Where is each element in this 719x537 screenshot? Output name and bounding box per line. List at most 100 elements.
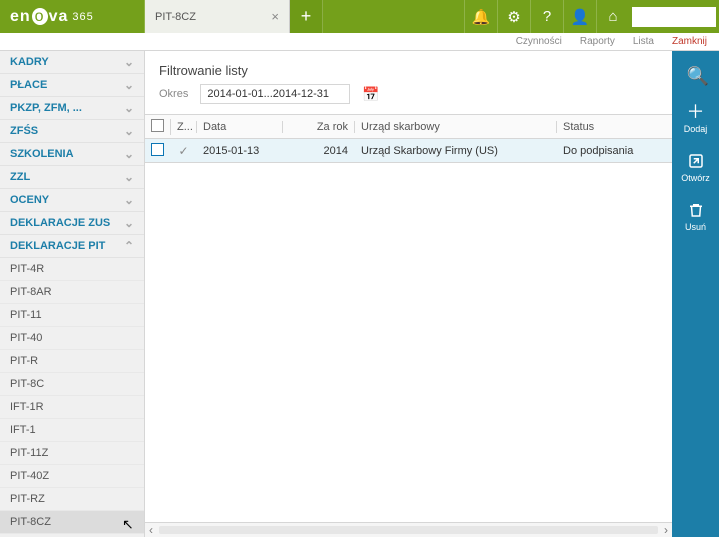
settings-button[interactable]: ⚙ — [497, 0, 530, 33]
open-icon — [687, 152, 705, 170]
sublink-list[interactable]: Lista — [633, 36, 654, 47]
row-checkbox[interactable] — [145, 143, 171, 159]
cell-status: Do podpisania — [557, 145, 672, 157]
sidebar-item-pit-8ar[interactable]: PIT-8AR — [0, 281, 144, 304]
sidebar-group-kadry[interactable]: KADRY ⌄ — [0, 51, 144, 74]
column-status[interactable]: Status — [557, 121, 672, 133]
filter-okres-label: Okres — [159, 88, 188, 100]
add-action[interactable]: ＋ Dodaj — [672, 95, 719, 144]
plus-icon: ＋ — [687, 103, 705, 121]
scroll-right-icon[interactable]: › — [664, 523, 668, 537]
search-action[interactable]: 🔍 — [672, 59, 719, 95]
sidebar-group-oceny[interactable]: OCENY⌄ — [0, 189, 144, 212]
chevron-down-icon: ⌄ — [124, 55, 134, 69]
open-action[interactable]: Otwórz — [672, 144, 719, 193]
sidebar-group-zfss[interactable]: ZFŚS⌄ — [0, 120, 144, 143]
add-tab-button[interactable]: + — [290, 0, 323, 33]
sidebar-group-pkzp[interactable]: PKZP, ZFM, ...⌄ — [0, 97, 144, 120]
table-row[interactable]: ✓ 2015-01-13 2014 Urząd Skarbowy Firmy (… — [145, 139, 672, 163]
sidebar-item-pit-r[interactable]: PIT-R — [0, 350, 144, 373]
sidebar-group-deklaracje-pit[interactable]: DEKLARACJE PIT ⌃ — [0, 235, 144, 258]
scroll-track[interactable] — [159, 526, 658, 534]
column-z[interactable]: Z... — [171, 121, 197, 133]
document-tab[interactable]: PIT-8CZ × — [145, 0, 290, 33]
sidebar-item-label: PIT-RZ — [10, 493, 45, 505]
sidebar-group-label: DEKLARACJE ZUS — [10, 217, 110, 229]
app-logo: enova 365 — [0, 0, 145, 33]
search-icon: 🔍 — [687, 67, 705, 85]
sublink-actions[interactable]: Czynności — [516, 36, 562, 47]
column-rok[interactable]: Za rok — [283, 121, 355, 133]
sidebar-item-label: PIT-11 — [10, 309, 42, 321]
sidebar-group-label: DEKLARACJE PIT — [10, 240, 105, 252]
column-data[interactable]: Data — [197, 121, 283, 133]
header-checkbox[interactable] — [145, 119, 171, 135]
sidebar-group-szkolenia[interactable]: SZKOLENIA ⌄ — [0, 143, 144, 166]
sidebar-item-label: IFT-1R — [10, 401, 44, 413]
cell-data: 2015-01-13 — [197, 145, 283, 157]
user-icon: 👤 — [571, 8, 590, 26]
sidebar-item-label: PIT-4R — [10, 263, 44, 275]
sidebar-item-pit-8cz[interactable]: PIT-8CZ — [0, 511, 144, 534]
content-area: Filtrowanie listy Okres 2014-01-01...201… — [145, 51, 672, 537]
grid-header: Z... Data Za rok Urząd skarbowy Status — [145, 115, 672, 139]
home-button[interactable]: ⌂ — [596, 0, 629, 33]
notifications-button[interactable]: 🔔 — [464, 0, 497, 33]
sidebar-item-pit-11[interactable]: PIT-11 — [0, 304, 144, 327]
sidebar-item-pit-40[interactable]: PIT-40 — [0, 327, 144, 350]
sublink-reports[interactable]: Raporty — [580, 36, 615, 47]
plus-icon: + — [301, 6, 312, 27]
sidebar-item-label: PIT-11Z — [10, 447, 48, 459]
topbar: enova 365 PIT-8CZ × + 🔔 ⚙ ? 👤 ⌂ — [0, 0, 719, 33]
sidebar: KADRY ⌄ PŁACE⌄ PKZP, ZFM, ...⌄ ZFŚS⌄ SZKO… — [0, 51, 145, 537]
sidebar-item-label: PIT-8AR — [10, 286, 52, 298]
chevron-down-icon: ⌄ — [124, 147, 134, 161]
sidebar-item-label: PIT-8C — [10, 378, 44, 390]
sidebar-item-pit-40z[interactable]: PIT-40Z — [0, 465, 144, 488]
bell-icon: 🔔 — [472, 8, 491, 26]
sublink-close[interactable]: Zamknij — [672, 36, 707, 47]
horizontal-scrollbar[interactable]: ‹ › — [145, 522, 672, 537]
sidebar-item-pit-8c[interactable]: PIT-8C — [0, 373, 144, 396]
chevron-down-icon: ⌄ — [124, 216, 134, 230]
chevron-down-icon: ⌄ — [124, 170, 134, 184]
sidebar-group-label: ZZL — [10, 171, 30, 183]
chevron-down-icon: ⌄ — [124, 101, 134, 115]
filter-title: Filtrowanie listy — [145, 51, 672, 84]
column-urzad[interactable]: Urząd skarbowy — [355, 121, 557, 133]
search-input[interactable] — [632, 7, 716, 27]
sidebar-item-pit-11z[interactable]: PIT-11Z — [0, 442, 144, 465]
chevron-down-icon: ⌄ — [124, 124, 134, 138]
question-icon: ? — [543, 8, 551, 25]
calendar-icon[interactable]: 📅 — [362, 86, 379, 103]
close-icon[interactable]: × — [271, 9, 279, 24]
logo-part: en — [10, 8, 31, 25]
chevron-up-icon: ⌃ — [124, 239, 134, 253]
help-button[interactable]: ? — [530, 0, 563, 33]
action-bar: 🔍 ＋ Dodaj Otwórz Usuń — [672, 51, 719, 537]
sidebar-item-pit-4r[interactable]: PIT-4R — [0, 258, 144, 281]
logo-suffix: 365 — [72, 11, 93, 23]
top-search — [629, 0, 719, 33]
sidebar-group-zzl[interactable]: ZZL ⌄ — [0, 166, 144, 189]
cell-urzad: Urząd Skarbowy Firmy (US) — [355, 145, 557, 157]
chevron-down-icon: ⌄ — [124, 78, 134, 92]
sidebar-item-ift-1[interactable]: IFT-1 — [0, 419, 144, 442]
logo-accent: o — [32, 8, 48, 25]
chevron-down-icon: ⌄ — [124, 193, 134, 207]
filter-okres-input[interactable]: 2014-01-01...2014-12-31 — [200, 84, 350, 104]
sidebar-group-label: KADRY — [10, 56, 49, 68]
logo-part: va — [49, 8, 69, 25]
delete-action[interactable]: Usuń — [672, 193, 719, 242]
top-icons: 🔔 ⚙ ? 👤 ⌂ — [464, 0, 719, 33]
sidebar-item-label: PIT-R — [10, 355, 38, 367]
user-button[interactable]: 👤 — [563, 0, 596, 33]
sidebar-group-place[interactable]: PŁACE⌄ — [0, 74, 144, 97]
scroll-left-icon[interactable]: ‹ — [149, 523, 153, 537]
trash-icon — [687, 201, 705, 219]
grid-body: ✓ 2015-01-13 2014 Urząd Skarbowy Firmy (… — [145, 139, 672, 522]
sidebar-group-deklaracje-zus[interactable]: DEKLARACJE ZUS ⌄ — [0, 212, 144, 235]
sidebar-group-label: SZKOLENIA — [10, 148, 74, 160]
sidebar-item-ift-1r[interactable]: IFT-1R — [0, 396, 144, 419]
sidebar-item-pit-rz[interactable]: PIT-RZ — [0, 488, 144, 511]
